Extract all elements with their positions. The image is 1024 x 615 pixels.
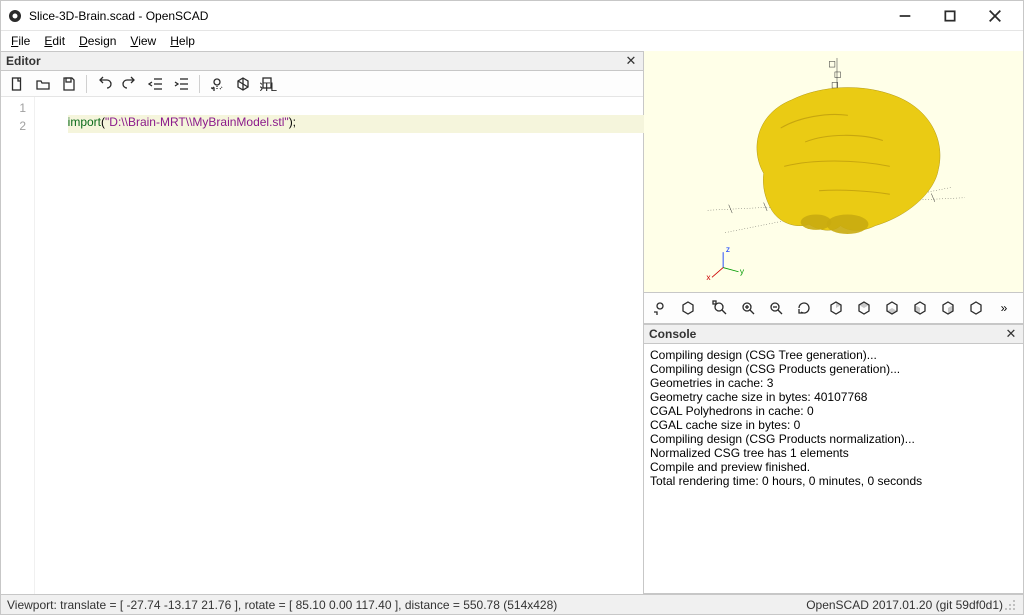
separator	[86, 75, 87, 93]
window-title: Slice-3D-Brain.scad - OpenSCAD	[29, 9, 882, 23]
preview-button[interactable]	[205, 73, 229, 95]
render-cube-icon[interactable]	[676, 296, 700, 320]
view-left-icon[interactable]	[908, 296, 932, 320]
app-icon	[7, 8, 23, 24]
open-file-button[interactable]	[31, 73, 55, 95]
preview-icon[interactable]	[648, 296, 672, 320]
view-back-icon[interactable]	[964, 296, 988, 320]
code-area[interactable]: import("D:\\Brain-MRT\\MyBrainModel.stl"…	[35, 97, 643, 594]
svg-text:x: x	[706, 272, 711, 282]
menubar: File Edit Design View Help	[1, 31, 1023, 51]
console-line: Compiling design (CSG Products normaliza…	[650, 432, 1017, 446]
console-line: CGAL cache size in bytes: 0	[650, 418, 1017, 432]
console-line: Compiling design (CSG Products generatio…	[650, 362, 1017, 376]
editor-pane: Editor ✕ STL 1 2 import("D:\\Brain-MRT\\…	[1, 51, 644, 594]
brain-model	[757, 88, 940, 235]
status-viewport-info: Viewport: translate = [ -27.74 -13.17 21…	[7, 598, 806, 612]
viewport-toolbar: »	[644, 292, 1023, 324]
reset-view-icon[interactable]	[792, 296, 816, 320]
console-panel-close-icon[interactable]: ✕	[1004, 327, 1018, 341]
view-right-icon[interactable]	[824, 296, 848, 320]
view-front-icon[interactable]	[936, 296, 960, 320]
undo-button[interactable]	[92, 73, 116, 95]
unindent-button[interactable]	[144, 73, 168, 95]
right-pane: z y x » Console ✕	[644, 51, 1023, 594]
render-button[interactable]	[231, 73, 255, 95]
console-output[interactable]: Compiling design (CSG Tree generation)..…	[644, 344, 1023, 594]
window-titlebar: Slice-3D-Brain.scad - OpenSCAD	[1, 1, 1023, 31]
line-number: 1	[1, 101, 26, 119]
redo-button[interactable]	[118, 73, 142, 95]
statusbar: Viewport: translate = [ -27.74 -13.17 21…	[1, 594, 1023, 614]
console-line: Total rendering time: 0 hours, 0 minutes…	[650, 474, 1017, 488]
console-line: Normalized CSG tree has 1 elements	[650, 446, 1017, 460]
line-number: 2	[1, 119, 26, 137]
close-button[interactable]	[972, 1, 1017, 30]
svg-text:y: y	[740, 266, 745, 276]
export-stl-button[interactable]: STL	[257, 73, 285, 95]
zoom-fit-icon[interactable]	[708, 296, 732, 320]
zoom-in-icon[interactable]	[736, 296, 760, 320]
minimize-button[interactable]	[882, 1, 927, 30]
content-area: Editor ✕ STL 1 2 import("D:\\Brain-MRT\\…	[1, 51, 1023, 594]
console-line: Geometry cache size in bytes: 40107768	[650, 390, 1017, 404]
save-button[interactable]	[57, 73, 81, 95]
axis-gizmo: z y x	[706, 244, 745, 282]
console-line: Compile and preview finished.	[650, 460, 1017, 474]
toolbar-overflow-icon[interactable]: »	[992, 296, 1016, 320]
menu-view[interactable]: View	[124, 33, 162, 49]
separator	[199, 75, 200, 93]
editor-panel-header: Editor ✕	[1, 51, 643, 71]
code-editor[interactable]: 1 2 import("D:\\Brain-MRT\\MyBrainModel.…	[1, 97, 643, 594]
console-panel-header: Console ✕	[644, 324, 1023, 344]
console-line: Geometries in cache: 3	[650, 376, 1017, 390]
indent-button[interactable]	[170, 73, 194, 95]
view-top-icon[interactable]	[852, 296, 876, 320]
view-bottom-icon[interactable]	[880, 296, 904, 320]
editor-panel-close-icon[interactable]: ✕	[624, 54, 638, 68]
line-gutter: 1 2	[1, 97, 35, 594]
console-line: CGAL Polyhedrons in cache: 0	[650, 404, 1017, 418]
svg-text:z: z	[726, 244, 730, 254]
console-panel-title: Console	[649, 327, 1004, 341]
resize-grip-icon[interactable]	[1003, 598, 1017, 612]
menu-design[interactable]: Design	[73, 33, 122, 49]
zoom-out-icon[interactable]	[764, 296, 788, 320]
code-line: import("D:\\Brain-MRT\\MyBrainModel.stl"…	[68, 115, 666, 133]
menu-help[interactable]: Help	[164, 33, 201, 49]
editor-toolbar: STL	[1, 71, 643, 97]
viewport-canvas: z y x	[644, 51, 1023, 292]
menu-file[interactable]: File	[5, 33, 36, 49]
console-line: Compiling design (CSG Tree generation)..…	[650, 348, 1017, 362]
3d-viewport[interactable]: z y x	[644, 51, 1023, 292]
code-line	[41, 147, 639, 165]
new-file-button[interactable]	[5, 73, 29, 95]
svg-text:STL: STL	[260, 80, 277, 92]
status-version: OpenSCAD 2017.01.20 (git 59df0d1)	[806, 598, 1003, 612]
menu-edit[interactable]: Edit	[38, 33, 71, 49]
maximize-button[interactable]	[927, 1, 972, 30]
editor-panel-title: Editor	[6, 54, 624, 68]
